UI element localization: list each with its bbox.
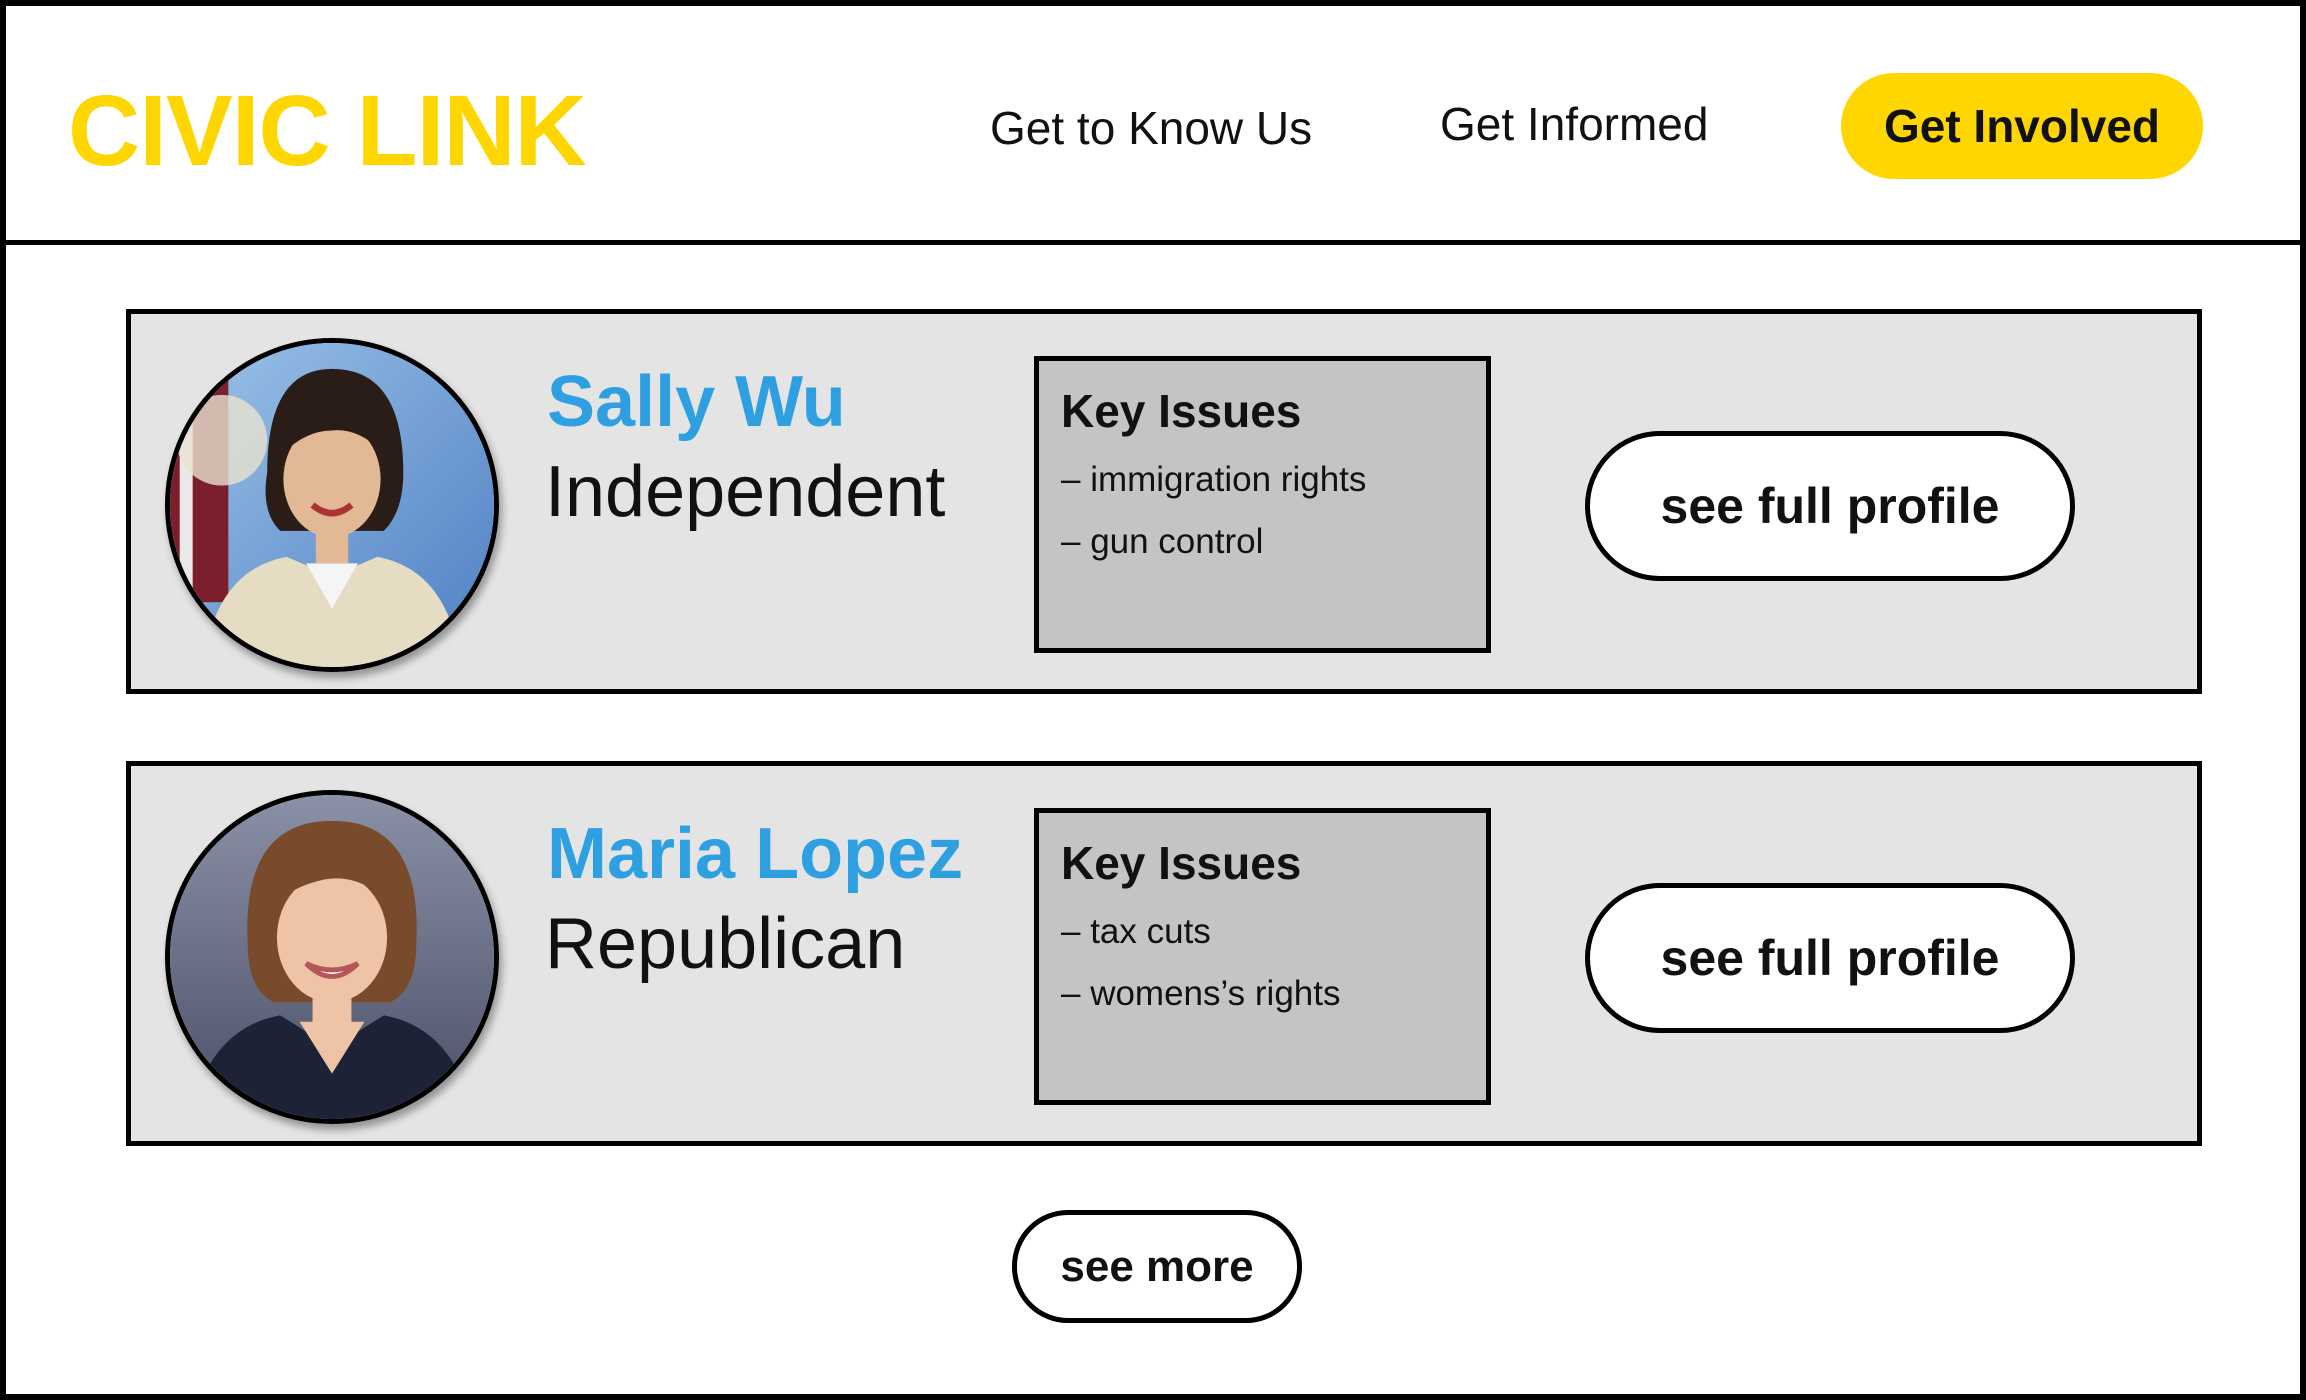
candidate-name[interactable]: Sally Wu	[547, 360, 846, 444]
candidate-card: Sally Wu Independent Key Issues – immigr…	[126, 309, 2202, 694]
candidate-card: Maria Lopez Republican Key Issues – tax …	[126, 761, 2202, 1146]
key-issue-item: – gun control	[1061, 522, 1264, 561]
candidate-photo	[165, 338, 499, 672]
nav-get-informed[interactable]: Get Informed	[1440, 96, 1708, 152]
candidate-photo	[165, 790, 499, 1124]
candidate-party: Republican	[545, 904, 906, 984]
key-issues-box: Key Issues – tax cuts – womens’s rights	[1034, 808, 1491, 1105]
site-header: CIVIC LINK Get to Know Us Get Informed G…	[6, 6, 2306, 245]
see-full-profile-button[interactable]: see full profile	[1585, 431, 2075, 581]
candidate-party: Independent	[545, 452, 946, 532]
candidate-photo-icon	[170, 795, 494, 1119]
see-more-button[interactable]: see more	[1012, 1210, 1302, 1323]
key-issue-item: – immigration rights	[1061, 460, 1367, 499]
candidate-name[interactable]: Maria Lopez	[547, 812, 963, 896]
brand-logo[interactable]: CIVIC LINK	[68, 76, 587, 186]
page-frame: CIVIC LINK Get to Know Us Get Informed G…	[0, 0, 2306, 1400]
key-issues-title: Key Issues	[1061, 385, 1302, 437]
key-issue-item: – tax cuts	[1061, 912, 1211, 951]
see-full-profile-button[interactable]: see full profile	[1585, 883, 2075, 1033]
key-issue-item: – womens’s rights	[1061, 974, 1341, 1013]
key-issues-title: Key Issues	[1061, 837, 1302, 889]
nav-get-to-know-us[interactable]: Get to Know Us	[990, 100, 1312, 156]
key-issues-box: Key Issues – immigration rights – gun co…	[1034, 356, 1491, 653]
candidate-photo-icon	[170, 343, 494, 667]
get-involved-button[interactable]: Get Involved	[1841, 73, 2203, 179]
